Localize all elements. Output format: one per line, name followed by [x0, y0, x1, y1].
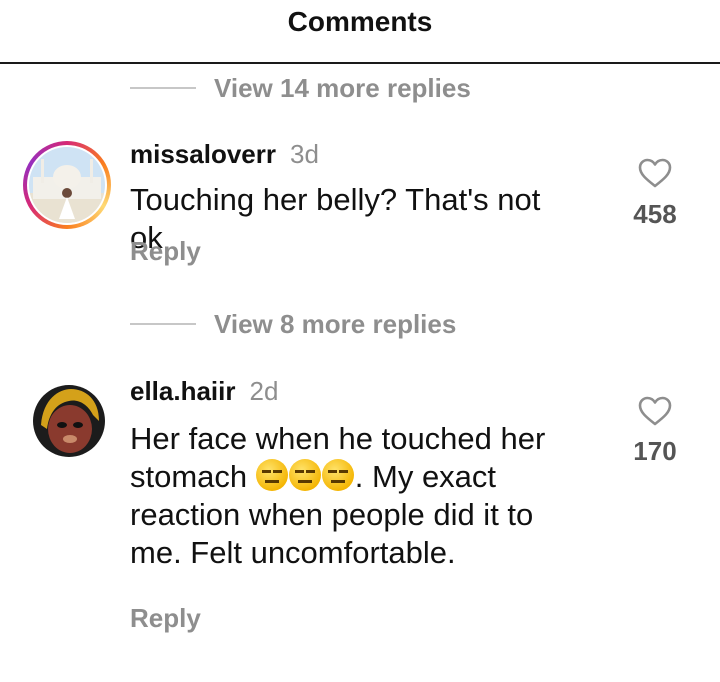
like-count: 170	[633, 436, 677, 466]
view-more-replies-button[interactable]: View 14 more replies	[130, 72, 471, 104]
comment-text: Her face when he touched her stomach . M…	[130, 420, 580, 572]
comment-time: 2d	[249, 376, 279, 406]
avatar[interactable]	[29, 147, 105, 223]
expressionless-face-icon	[255, 459, 288, 491]
reply-button[interactable]: Reply	[130, 236, 201, 267]
username-text[interactable]: ella.haiir	[130, 376, 236, 406]
comment-time: 3d	[289, 139, 319, 169]
comment-username[interactable]: ella.haiir 2d	[130, 376, 278, 407]
page-title: Comments	[287, 6, 433, 37]
comment-username[interactable]: missaloverr 3d	[130, 139, 319, 170]
like-count: 458	[633, 199, 677, 229]
expressionless-face-icon	[288, 459, 321, 491]
avatar[interactable]	[33, 385, 105, 457]
avatar-image	[29, 147, 105, 223]
heart-icon[interactable]	[638, 158, 672, 188]
expressionless-face-icon	[321, 459, 354, 491]
view-more-replies-label: View 8 more replies	[214, 308, 457, 339]
divider-line	[130, 87, 196, 89]
reply-button[interactable]: Reply	[130, 603, 201, 634]
comments-header: Comments	[0, 0, 720, 64]
view-more-replies-button[interactable]: View 8 more replies	[130, 308, 456, 340]
avatar-image	[33, 385, 105, 457]
view-more-replies-label: View 14 more replies	[214, 72, 471, 103]
divider-line	[130, 323, 196, 325]
heart-icon[interactable]	[638, 396, 672, 426]
username-text[interactable]: missaloverr	[130, 139, 276, 169]
